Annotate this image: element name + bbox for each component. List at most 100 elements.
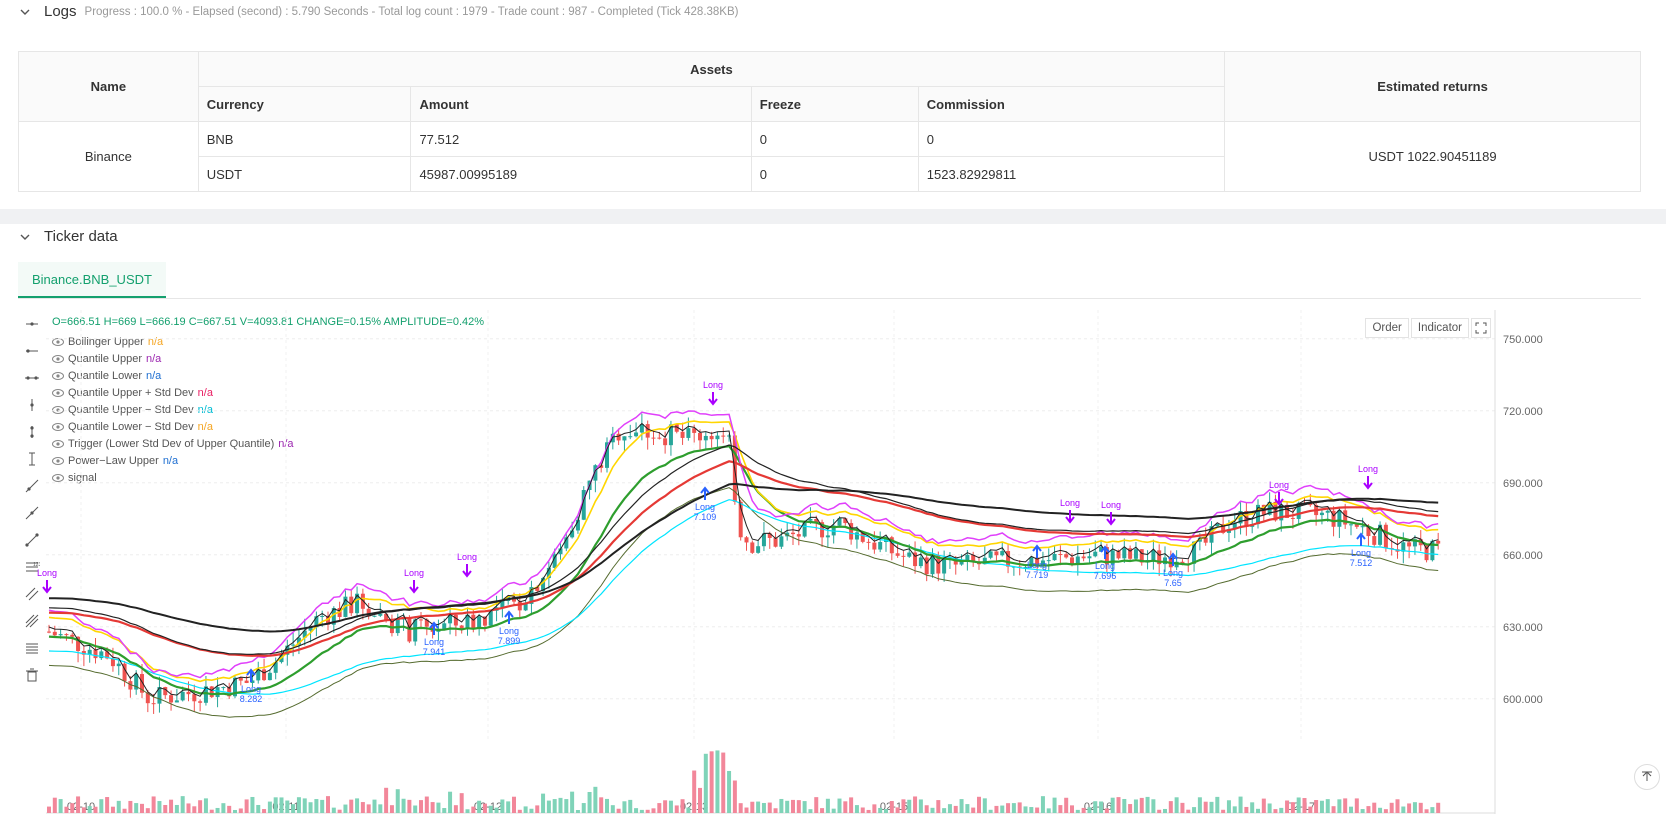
candle xyxy=(395,619,400,634)
candle xyxy=(1290,517,1295,519)
legend-item[interactable]: Power−Law Upper n/a xyxy=(52,452,294,469)
candle xyxy=(1099,547,1104,552)
chevron-down-icon[interactable] xyxy=(18,5,32,19)
power-law-upper-line xyxy=(48,482,1439,633)
gann-tool-icon[interactable] xyxy=(18,634,46,661)
eye-icon[interactable] xyxy=(52,456,64,465)
x-tick-label: 02-13 xyxy=(680,801,708,813)
ticker-title: Ticker data xyxy=(44,228,118,245)
volume-bar xyxy=(1314,800,1319,813)
chart-area[interactable]: 123 O=666.51 H=669 L=666.19 C=667.51 V=4… xyxy=(18,310,1641,814)
segment-tool-icon[interactable] xyxy=(18,526,46,553)
pitchfork-tool-icon[interactable] xyxy=(18,607,46,634)
volume-bar xyxy=(320,799,325,813)
candle xyxy=(76,636,81,651)
extended-line-tool-icon[interactable] xyxy=(18,364,46,391)
candle xyxy=(570,530,575,538)
volume-bar xyxy=(1366,806,1371,813)
legend-item[interactable]: Quantile Upper − Std Dev n/a xyxy=(52,401,294,418)
eye-icon[interactable] xyxy=(52,439,64,448)
legend-label: Trigger (Lower Std Dev of Upper Quantile… xyxy=(68,437,275,450)
eye-icon[interactable] xyxy=(52,405,64,414)
volume-bar xyxy=(1349,806,1353,813)
indicator-button[interactable]: Indicator xyxy=(1410,318,1469,338)
candle xyxy=(436,629,441,632)
horizontal-line-tool-icon[interactable] xyxy=(18,310,46,337)
volume-bar xyxy=(1221,809,1226,813)
volume-bar xyxy=(244,799,249,813)
eye-icon[interactable] xyxy=(52,473,64,482)
back-to-top-button[interactable] xyxy=(1634,764,1660,790)
candle xyxy=(453,614,458,626)
volume-bar xyxy=(680,799,685,813)
volume-bar xyxy=(430,802,435,813)
candle xyxy=(843,518,848,524)
volume-bar xyxy=(692,770,697,813)
candle xyxy=(198,701,203,703)
candle xyxy=(1023,567,1028,569)
legend-item[interactable]: signal xyxy=(52,469,294,486)
fullscreen-icon[interactable] xyxy=(1471,318,1491,338)
currency-cell: USDT xyxy=(197,156,412,192)
legend-item[interactable]: Quantile Lower n/a xyxy=(52,367,294,384)
tab-bnb-usdt[interactable]: Binance.BNB_USDT xyxy=(18,262,166,298)
legend-item[interactable]: Trigger (Lower Std Dev of Upper Quantile… xyxy=(52,435,294,452)
volume-bar xyxy=(564,799,569,813)
volume-bar xyxy=(76,796,81,813)
eye-icon[interactable] xyxy=(52,354,64,363)
volume-bar xyxy=(942,808,947,813)
long-arrow-icon xyxy=(1032,544,1042,558)
legend-item[interactable]: Quantile Lower − Std Dev n/a xyxy=(52,418,294,435)
volume-bar xyxy=(1081,807,1086,813)
order-button[interactable]: Order xyxy=(1365,318,1409,338)
eye-icon[interactable] xyxy=(52,371,64,380)
eye-icon[interactable] xyxy=(52,337,64,346)
candle xyxy=(355,593,360,614)
legend-item[interactable]: Quantile Upper + Std Dev n/a xyxy=(52,384,294,401)
candle xyxy=(122,663,127,682)
legend-item[interactable]: Quantile Upper n/a xyxy=(52,350,294,367)
volume-bar xyxy=(58,799,63,813)
candle xyxy=(1378,524,1383,545)
candle xyxy=(552,554,557,568)
vertical-line-tool-icon[interactable] xyxy=(18,391,46,418)
candle xyxy=(285,645,290,655)
y-tick-label: 750.000 xyxy=(1503,334,1543,346)
parallel-channel-tool-icon[interactable] xyxy=(18,580,46,607)
candle xyxy=(1133,549,1138,559)
eye-icon[interactable] xyxy=(52,388,64,397)
ticker-header[interactable]: Ticker data xyxy=(18,228,118,245)
candle xyxy=(87,649,92,655)
candle xyxy=(1197,537,1202,542)
candle xyxy=(1436,540,1441,544)
volume-bar xyxy=(541,793,546,813)
volume-bar xyxy=(907,799,912,813)
chevron-down-icon[interactable] xyxy=(18,230,32,244)
volume-bar xyxy=(308,802,313,813)
trend-line-tool-icon[interactable] xyxy=(18,472,46,499)
trash-icon[interactable] xyxy=(18,661,46,688)
legend-item[interactable]: Bollinger Upper n/a xyxy=(52,333,294,350)
volume-bar xyxy=(913,796,918,813)
legend-label: Quantile Upper − Std Dev xyxy=(68,403,194,416)
volume-bar xyxy=(215,807,220,813)
sub-amount-header: Amount xyxy=(410,86,752,122)
horizontal-ray-tool-icon[interactable] xyxy=(18,337,46,364)
col-name-header: Name xyxy=(18,51,199,122)
exit-arrow-icon xyxy=(708,392,718,406)
price-range-tool-icon[interactable] xyxy=(18,445,46,472)
volume-bar xyxy=(1337,799,1342,813)
candle xyxy=(70,634,75,637)
eye-icon[interactable] xyxy=(52,422,64,431)
candle xyxy=(971,554,976,562)
ray-tool-icon[interactable] xyxy=(18,499,46,526)
volume-bar xyxy=(436,802,441,813)
volume-bar xyxy=(93,806,98,813)
volume-bar xyxy=(575,809,580,813)
volume-bar xyxy=(273,797,278,813)
logs-header[interactable]: Logs Progress : 100.0 % - Elapsed (secon… xyxy=(18,3,738,20)
vertical-segment-tool-icon[interactable] xyxy=(18,418,46,445)
fib-tool-icon[interactable]: 123 xyxy=(18,553,46,580)
candle xyxy=(889,537,894,554)
candle xyxy=(1070,557,1074,565)
